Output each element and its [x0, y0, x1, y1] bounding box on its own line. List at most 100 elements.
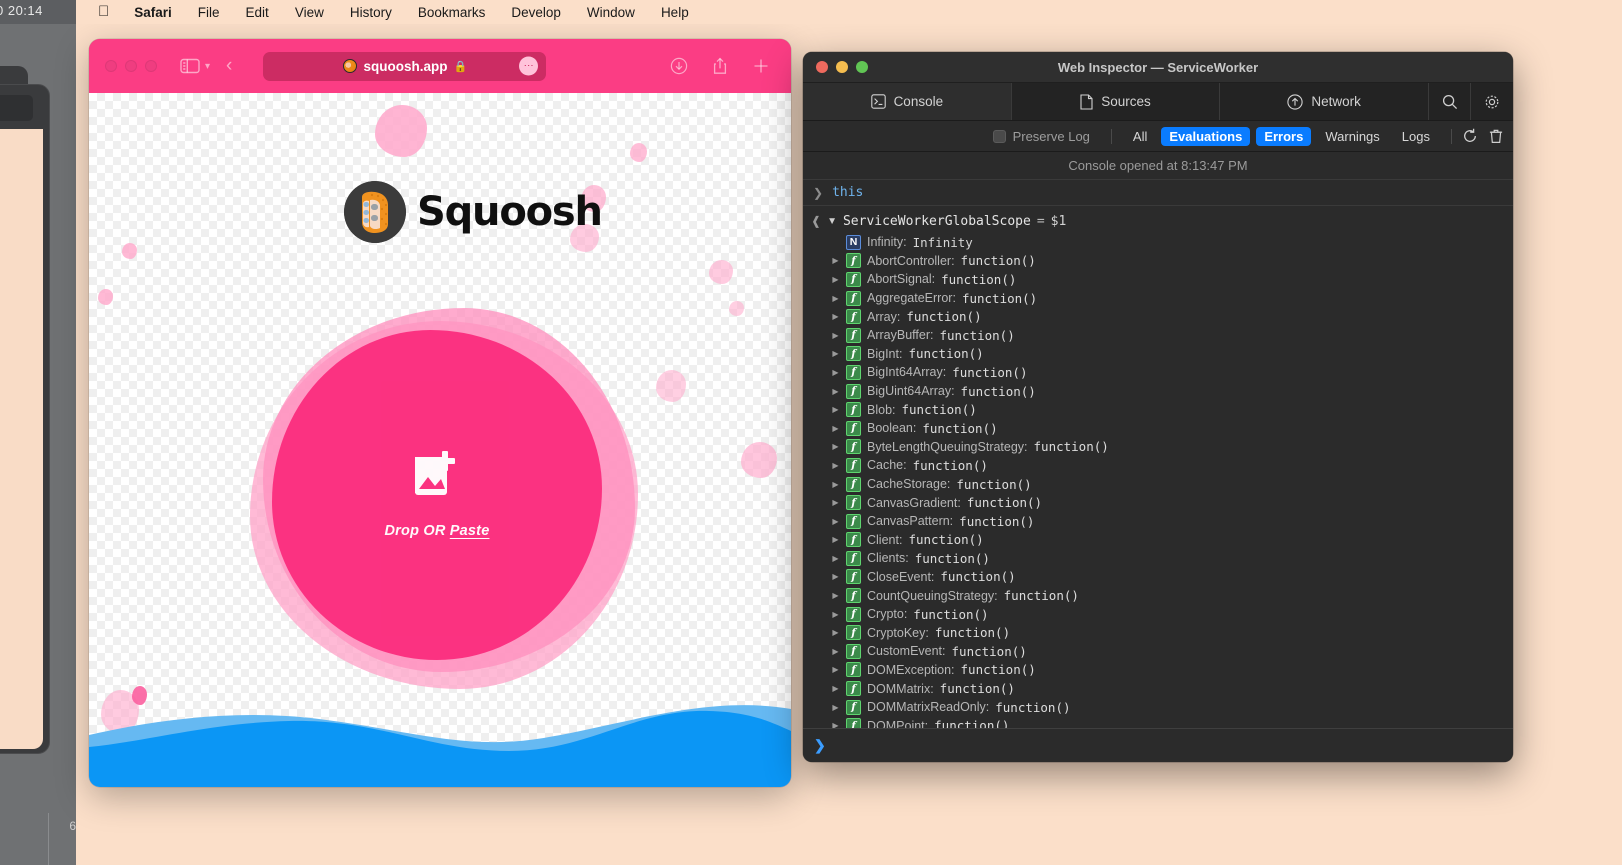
property-row[interactable]: ▶fBigUint64Array:function()	[803, 382, 1513, 401]
triangle-down-icon[interactable]: ▼	[827, 216, 837, 227]
property-row[interactable]: ▶fClients:function()	[803, 549, 1513, 568]
menu-item-bookmarks[interactable]: Bookmarks	[405, 5, 499, 20]
triangle-right-icon[interactable]: ▶	[831, 517, 840, 526]
menu-item-view[interactable]: View	[282, 5, 337, 20]
menu-item-edit[interactable]: Edit	[233, 5, 282, 20]
triangle-right-icon[interactable]: ▶	[831, 405, 840, 414]
property-row[interactable]: NInfinity:Infinity	[803, 233, 1513, 252]
property-row[interactable]: ▶fCountQueuingStrategy:function()	[803, 586, 1513, 605]
triangle-right-icon[interactable]: ▶	[831, 294, 840, 303]
tab-sources[interactable]: Sources	[1012, 83, 1221, 120]
property-row[interactable]: ▶fBigInt:function()	[803, 345, 1513, 364]
trash-icon[interactable]	[1489, 128, 1503, 144]
triangle-right-icon[interactable]: ▶	[831, 480, 840, 489]
property-row[interactable]: ▶fCryptoKey:function()	[803, 623, 1513, 642]
filter-warnings[interactable]: Warnings	[1317, 127, 1387, 146]
console-evaluation-input[interactable]: ❯ this	[803, 180, 1513, 206]
tab-network[interactable]: Network	[1220, 83, 1429, 120]
property-row[interactable]: ▶fDOMPoint:function()	[803, 716, 1513, 728]
minimize-button[interactable]	[125, 60, 137, 72]
triangle-right-icon[interactable]: ▶	[831, 684, 840, 693]
triangle-right-icon[interactable]: ▶	[831, 368, 840, 377]
triangle-right-icon[interactable]: ▶	[831, 703, 840, 712]
chevron-down-icon[interactable]: ▾	[205, 61, 210, 72]
inspector-minimize-button[interactable]	[836, 61, 848, 73]
result-header[interactable]: ❰ ▼ ServiceWorkerGlobalScope = $1	[803, 209, 1513, 233]
triangle-right-icon[interactable]: ▶	[831, 349, 840, 358]
triangle-right-icon[interactable]: ▶	[831, 628, 840, 637]
inspector-maximize-button[interactable]	[856, 61, 868, 73]
menu-item-window[interactable]: Window	[574, 5, 648, 20]
triangle-right-icon[interactable]: ▶	[831, 610, 840, 619]
background-window-main[interactable]	[0, 84, 50, 754]
preserve-log-toggle[interactable]: Preserve Log	[993, 129, 1090, 144]
safari-traffic-lights[interactable]	[105, 60, 157, 72]
property-row[interactable]: ▶fDOMMatrix:function()	[803, 679, 1513, 698]
property-row[interactable]: ▶fCustomEvent:function()	[803, 642, 1513, 661]
console-input-prompt[interactable]: ❯	[803, 728, 1513, 762]
triangle-right-icon[interactable]: ▶	[831, 442, 840, 451]
download-icon[interactable]	[670, 57, 688, 75]
triangle-right-icon[interactable]: ▶	[831, 424, 840, 433]
drop-zone[interactable]: Drop OR Paste	[272, 330, 602, 660]
triangle-right-icon[interactable]: ▶	[831, 721, 840, 728]
sidebar-icon[interactable]	[180, 58, 200, 74]
address-bar[interactable]: squoosh.app 🔒 ⋯	[263, 52, 546, 81]
property-row[interactable]: ▶fCanvasGradient:function()	[803, 493, 1513, 512]
filter-errors[interactable]: Errors	[1256, 127, 1311, 146]
property-row[interactable]: ▶fCloseEvent:function()	[803, 568, 1513, 587]
menu-item-help[interactable]: Help	[648, 5, 702, 20]
menu-item-history[interactable]: History	[337, 5, 405, 20]
preserve-log-checkbox[interactable]	[993, 130, 1006, 143]
triangle-right-icon[interactable]: ▶	[831, 461, 840, 470]
triangle-right-icon[interactable]: ▶	[831, 256, 840, 265]
property-row[interactable]: ▶fArrayBuffer:function()	[803, 326, 1513, 345]
tab-console[interactable]: Console	[803, 83, 1012, 120]
triangle-right-icon[interactable]: ▶	[831, 331, 840, 340]
property-row[interactable]: ▶fBlob:function()	[803, 400, 1513, 419]
triangle-right-icon[interactable]: ▶	[831, 554, 840, 563]
property-row[interactable]: ▶fDOMException:function()	[803, 661, 1513, 680]
property-row[interactable]: ▶fCache:function()	[803, 456, 1513, 475]
triangle-right-icon[interactable]: ▶	[831, 647, 840, 656]
property-row[interactable]: ▶fArray:function()	[803, 307, 1513, 326]
maximize-button[interactable]	[145, 60, 157, 72]
property-row[interactable]: ▶fAbortSignal:function()	[803, 270, 1513, 289]
triangle-right-icon[interactable]: ▶	[831, 312, 840, 321]
menu-item-develop[interactable]: Develop	[498, 5, 574, 20]
paste-link[interactable]: Paste	[450, 523, 490, 539]
property-row[interactable]: ▶fDOMMatrixReadOnly:function()	[803, 698, 1513, 717]
property-row[interactable]: ▶fBigInt64Array:function()	[803, 363, 1513, 382]
property-row[interactable]: ▶fAggregateError:function()	[803, 289, 1513, 308]
property-row[interactable]: ▶fBoolean:function()	[803, 419, 1513, 438]
close-button[interactable]	[105, 60, 117, 72]
triangle-right-icon[interactable]: ▶	[831, 535, 840, 544]
property-row[interactable]: ▶fCacheStorage:function()	[803, 475, 1513, 494]
filter-logs[interactable]: Logs	[1394, 127, 1438, 146]
inspector-traffic-lights[interactable]	[816, 61, 868, 73]
triangle-right-icon[interactable]: ▶	[831, 665, 840, 674]
property-row[interactable]: ▶fClient:function()	[803, 531, 1513, 550]
ellipsis-icon[interactable]: ⋯	[519, 57, 538, 76]
filter-evaluations[interactable]: Evaluations	[1161, 127, 1250, 146]
console-message-list[interactable]: ❯ this ❰ ▼ ServiceWorkerGlobalScope = $1…	[803, 180, 1513, 728]
share-icon[interactable]	[712, 57, 728, 76]
apple-icon[interactable]: 	[86, 4, 121, 19]
clear-on-reload-icon[interactable]	[1462, 128, 1478, 144]
inspector-close-button[interactable]	[816, 61, 828, 73]
triangle-right-icon[interactable]: ▶	[831, 498, 840, 507]
triangle-right-icon[interactable]: ▶	[831, 591, 840, 600]
triangle-right-icon[interactable]: ▶	[831, 275, 840, 284]
property-row[interactable]: ▶fByteLengthQueuingStrategy:function()	[803, 438, 1513, 457]
search-icon[interactable]	[1429, 83, 1471, 120]
property-row[interactable]: ▶fCrypto:function()	[803, 605, 1513, 624]
plus-icon[interactable]	[752, 57, 770, 75]
menu-item-safari[interactable]: Safari	[121, 5, 185, 20]
gear-icon[interactable]	[1471, 83, 1513, 120]
back-chevron-icon[interactable]: ‹	[226, 55, 232, 77]
property-row[interactable]: ▶fCanvasPattern:function()	[803, 512, 1513, 531]
menu-item-file[interactable]: File	[185, 5, 233, 20]
triangle-right-icon[interactable]: ▶	[831, 572, 840, 581]
property-row[interactable]: ▶fAbortController:function()	[803, 252, 1513, 271]
triangle-right-icon[interactable]: ▶	[831, 387, 840, 396]
